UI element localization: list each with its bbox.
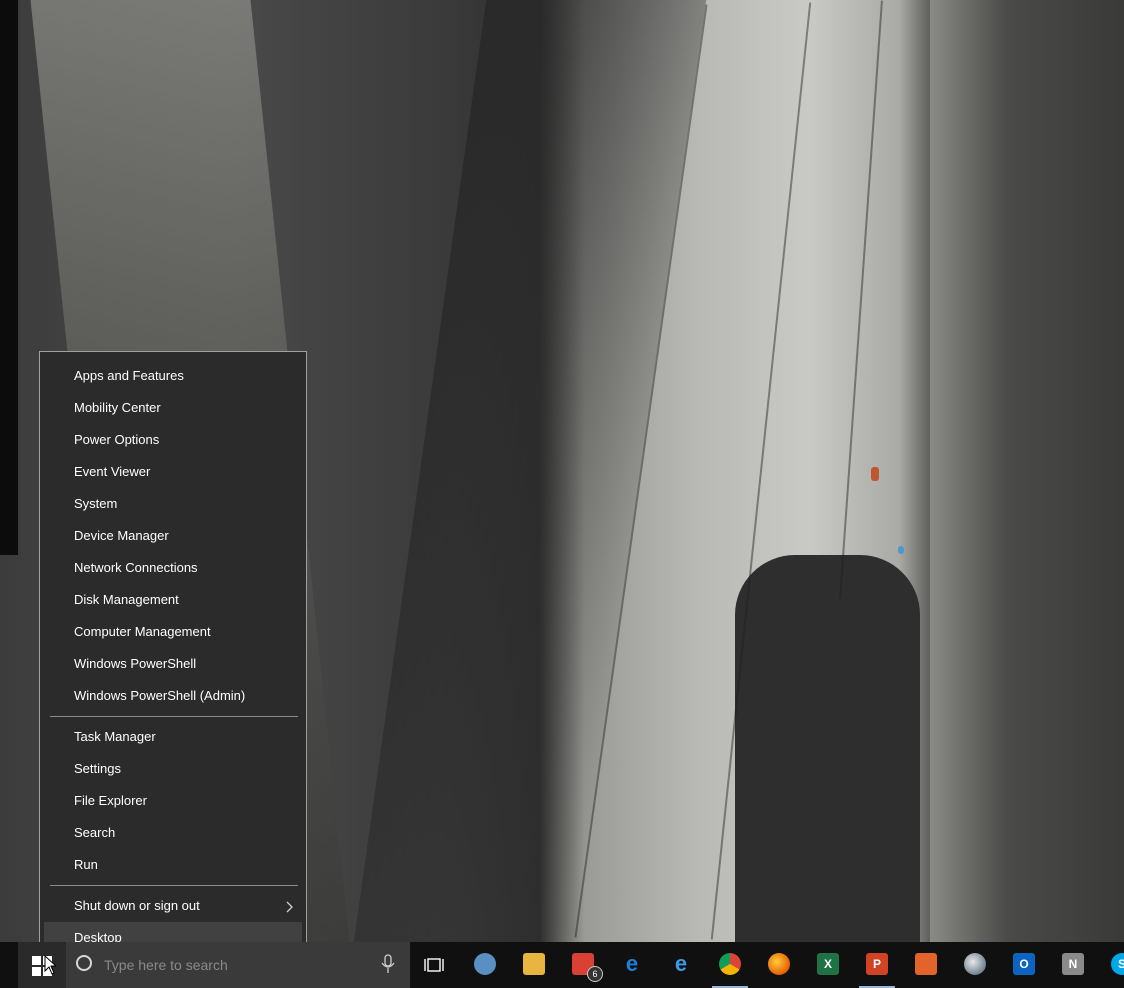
climber <box>898 546 904 554</box>
rock-crack <box>839 0 883 600</box>
menu-item-device-manager[interactable]: Device Manager <box>44 520 302 552</box>
winx-context-menu: Apps and Features Mobility Center Power … <box>39 351 307 962</box>
menu-item-windows-powershell-admin[interactable]: Windows PowerShell (Admin) <box>44 680 302 712</box>
climber <box>871 467 879 481</box>
taskbar-search-box[interactable] <box>66 942 410 988</box>
microphone-icon[interactable] <box>381 954 395 974</box>
notification-badge: 6 <box>587 966 603 982</box>
taskbar-app-firefox[interactable] <box>755 942 803 988</box>
menu-item-run[interactable]: Run <box>44 849 302 881</box>
taskbar-app-internet-explorer[interactable]: e <box>657 942 705 988</box>
menu-item-system[interactable]: System <box>44 488 302 520</box>
start-button[interactable] <box>18 942 66 988</box>
taskbar-app-globe[interactable] <box>951 942 999 988</box>
taskbar-app-todoist[interactable]: 6 <box>559 942 607 988</box>
menu-item-label: Shut down or sign out <box>74 898 200 913</box>
cortana-icon <box>76 955 92 971</box>
menu-item-settings[interactable]: Settings <box>44 753 302 785</box>
menu-item-disk-management[interactable]: Disk Management <box>44 584 302 616</box>
taskbar-app-edge[interactable]: e <box>608 942 656 988</box>
presentation-app-icon <box>915 953 937 975</box>
taskbar-app-snipping-tool[interactable] <box>461 942 509 988</box>
menu-item-apps-and-features[interactable]: Apps and Features <box>44 360 302 392</box>
internet-explorer-icon: e <box>674 951 688 976</box>
menu-separator <box>50 716 298 717</box>
menu-item-file-explorer[interactable]: File Explorer <box>44 785 302 817</box>
task-view-icon <box>424 958 444 972</box>
outlook-icon: O <box>1013 953 1035 975</box>
chevron-right-icon <box>286 890 296 922</box>
file-explorer-icon <box>523 953 545 975</box>
taskbar-app-skype[interactable]: S <box>1098 942 1124 988</box>
taskbar-app-onenote[interactable]: N <box>1049 942 1097 988</box>
excel-icon: X <box>817 953 839 975</box>
rock-pillar <box>735 555 920 942</box>
rock-shadow <box>353 0 707 942</box>
mouse-cursor-icon <box>44 955 56 975</box>
menu-item-computer-management[interactable]: Computer Management <box>44 616 302 648</box>
menu-item-windows-powershell[interactable]: Windows PowerShell <box>44 648 302 680</box>
left-edge-window <box>0 0 18 555</box>
menu-item-mobility-center[interactable]: Mobility Center <box>44 392 302 424</box>
edge-icon: e <box>625 951 639 976</box>
menu-item-power-options[interactable]: Power Options <box>44 424 302 456</box>
skype-icon: S <box>1111 953 1124 975</box>
snipping-tool-icon <box>474 953 496 975</box>
taskbar-app-file-explorer[interactable] <box>510 942 558 988</box>
menu-item-network-connections[interactable]: Network Connections <box>44 552 302 584</box>
menu-item-shut-down-or-sign-out[interactable]: Shut down or sign out <box>44 890 302 922</box>
firefox-icon <box>768 953 790 975</box>
menu-item-task-manager[interactable]: Task Manager <box>44 721 302 753</box>
menu-item-search[interactable]: Search <box>44 817 302 849</box>
onenote-icon: N <box>1062 953 1084 975</box>
taskbar-app-excel[interactable]: X <box>804 942 852 988</box>
task-view-button[interactable] <box>410 942 458 988</box>
globe-app-icon <box>964 953 986 975</box>
rock-right-wall <box>930 0 1124 942</box>
taskbar-app-chrome[interactable] <box>706 942 754 988</box>
menu-separator <box>50 885 298 886</box>
taskbar-app-outlook[interactable]: O <box>1000 942 1048 988</box>
menu-item-event-viewer[interactable]: Event Viewer <box>44 456 302 488</box>
chrome-icon <box>719 953 741 975</box>
search-input[interactable] <box>104 942 374 988</box>
powerpoint-icon: P <box>866 953 888 975</box>
taskbar-app-presentation[interactable] <box>902 942 950 988</box>
taskbar-app-powerpoint[interactable]: P <box>853 942 901 988</box>
